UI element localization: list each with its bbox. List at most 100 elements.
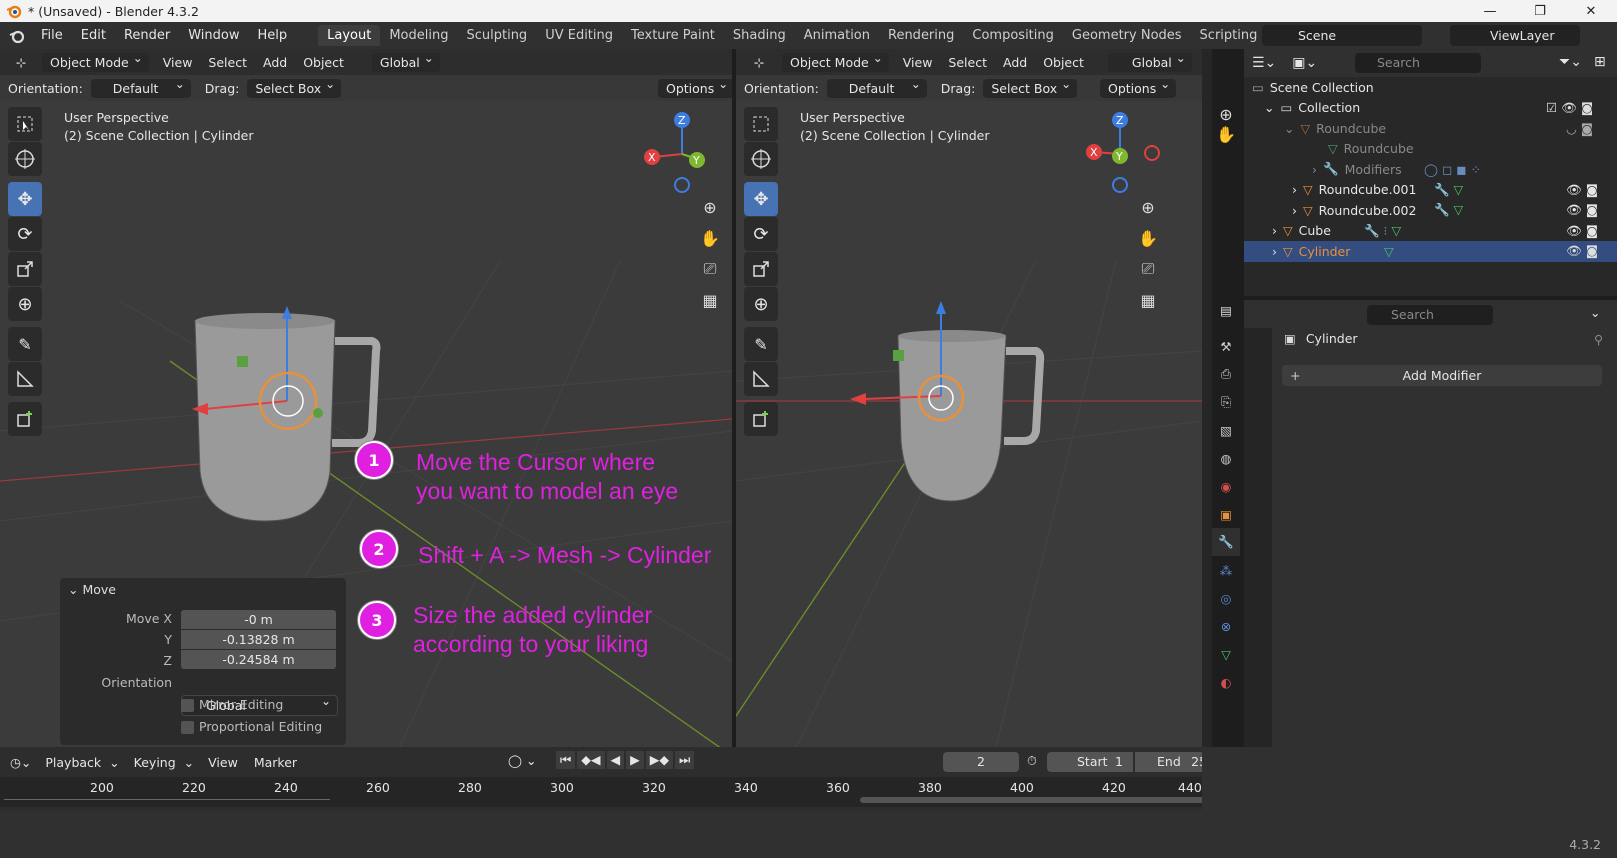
tab-texture-paint[interactable]: Texture Paint: [622, 25, 724, 46]
orientation-dropdown-right[interactable]: Default: [826, 77, 927, 98]
outliner-search-input[interactable]: Search: [1355, 53, 1481, 73]
menu-playback[interactable]: Playback: [37, 755, 109, 770]
timeline-ruler[interactable]: 200 220 240 260 280 300 320 340 360 380 …: [0, 777, 1230, 807]
scene-selector[interactable]: Scene: [1262, 25, 1422, 46]
menu-select-right[interactable]: Select: [940, 55, 995, 70]
transform-tool-right[interactable]: ⊕: [744, 287, 778, 321]
tab-uv-editing[interactable]: UV Editing: [536, 25, 622, 46]
menu-marker[interactable]: Marker: [246, 755, 305, 770]
filter-icon[interactable]: ⏷⌄: [1559, 54, 1582, 70]
perspective-grid-icon[interactable]: ▦: [696, 286, 724, 314]
stopwatch-icon[interactable]: ⏱: [1027, 753, 1037, 769]
outliner-row-roundcube-001[interactable]: › ▽ Roundcube.001 🔧 ▽ 👁 ◙: [1244, 180, 1617, 201]
rotate-tool-right[interactable]: ⟳: [744, 217, 778, 251]
view-layer-tab-icon[interactable]: ▧: [1212, 416, 1240, 444]
pin-icon[interactable]: ⚲: [1594, 332, 1603, 347]
area-divider[interactable]: [1202, 49, 1212, 747]
pan-hand-icon-right[interactable]: ✋: [1134, 224, 1162, 252]
expand-arrow-icon[interactable]: ›: [1272, 223, 1277, 238]
menu-help[interactable]: Help: [249, 28, 297, 43]
output-tab-icon[interactable]: ⎘: [1212, 388, 1240, 416]
eye-icon[interactable]: 👁 ◙: [1566, 223, 1598, 239]
checkbox-icon[interactable]: ☑ 👁 ◙: [1546, 100, 1593, 116]
menu-select[interactable]: Select: [200, 55, 255, 70]
select-box-tool-right[interactable]: [744, 107, 778, 141]
eye-icon[interactable]: 👁 ◙: [1566, 202, 1598, 218]
new-collection-icon[interactable]: ⊞: [1594, 54, 1606, 70]
menu-add[interactable]: Add: [255, 55, 295, 70]
outliner-row-roundcube-002[interactable]: › ▽ Roundcube.002 🔧 ▽ 👁 ◙: [1244, 200, 1617, 221]
move-z-field[interactable]: -0.24584 m: [181, 650, 336, 669]
menu-add-right[interactable]: Add: [995, 55, 1035, 70]
modifier-tab-icon[interactable]: 🔧: [1212, 528, 1240, 556]
viewport-right[interactable]: ⊹ Object Mode View Select Add Object Glo…: [736, 49, 1202, 747]
tab-geometry-nodes[interactable]: Geometry Nodes: [1063, 25, 1191, 46]
tool-tab-icon[interactable]: ⚒: [1212, 332, 1240, 360]
mug-object-right[interactable]: [897, 330, 1045, 502]
zoom-icon[interactable]: ⊕: [696, 193, 724, 221]
tab-animation[interactable]: Animation: [795, 25, 879, 46]
expand-arrow-icon[interactable]: ›: [1272, 244, 1277, 259]
menu-render[interactable]: Render: [115, 28, 179, 43]
tab-modeling[interactable]: Modeling: [380, 25, 457, 46]
pan-hand-icon[interactable]: ✋: [696, 224, 724, 252]
transform-tool[interactable]: ⊕: [8, 287, 42, 321]
world-tab-icon[interactable]: ◉: [1212, 472, 1240, 500]
move-tool[interactable]: ✥: [8, 182, 42, 216]
menu-file[interactable]: File: [32, 28, 72, 43]
maximize-button[interactable]: ❐: [1517, 0, 1563, 22]
outliner-row-roundcube[interactable]: ⌄ ▽ Roundcube ◡ ◙: [1244, 118, 1617, 139]
physics-tab-icon[interactable]: ◎: [1212, 584, 1240, 612]
camera-icon-right[interactable]: ⎚: [1134, 255, 1162, 283]
scale-tool-right[interactable]: [744, 252, 778, 286]
menu-window[interactable]: Window: [179, 28, 248, 43]
expand-arrow-icon[interactable]: ›: [1292, 182, 1297, 197]
pan-hand-icon-strip[interactable]: ✋: [1212, 120, 1240, 150]
menu-view[interactable]: View: [155, 55, 201, 70]
mug-object[interactable]: [194, 313, 381, 522]
scale-tool[interactable]: [8, 252, 42, 286]
tab-rendering[interactable]: Rendering: [879, 25, 963, 46]
editor-type-icon-right[interactable]: ⊹: [736, 55, 782, 70]
object-tab-icon[interactable]: ▣: [1212, 500, 1240, 528]
transform-orientation-selector[interactable]: Global: [371, 51, 440, 72]
eye-icon[interactable]: 👁 ◙: [1566, 243, 1598, 259]
expand-arrow-icon[interactable]: ›: [1312, 162, 1317, 177]
menu-edit[interactable]: Edit: [72, 28, 115, 43]
move-tool-right[interactable]: ✥: [744, 182, 778, 216]
render-tab-icon[interactable]: ⎙: [1212, 360, 1240, 388]
start-frame-field[interactable]: Start 1: [1047, 752, 1133, 772]
outliner-editor-type-icon[interactable]: ☰⌄: [1244, 55, 1284, 71]
play-reverse-icon[interactable]: ◀: [606, 751, 625, 769]
minimize-button[interactable]: —: [1467, 0, 1513, 22]
options-dropdown[interactable]: Options: [658, 77, 732, 98]
menu-object-right[interactable]: Object: [1035, 55, 1092, 70]
transform-orientation-selector-right[interactable]: Global: [1107, 51, 1192, 72]
menu-view-timeline[interactable]: View: [200, 755, 246, 770]
orientation-dropdown[interactable]: Default: [90, 77, 191, 98]
blender-menu-icon[interactable]: [8, 28, 26, 44]
menu-keying[interactable]: Keying: [126, 755, 184, 770]
expand-arrow-icon[interactable]: ›: [1292, 203, 1297, 218]
measure-tool-right[interactable]: [744, 362, 778, 396]
constraints-tab-icon[interactable]: ⊗: [1212, 612, 1240, 640]
close-button[interactable]: ✕: [1568, 0, 1614, 22]
material-tab-icon[interactable]: ◐: [1212, 668, 1240, 696]
outliner-row-cylinder[interactable]: › ▽ Cylinder ▽ 👁 ◙: [1244, 241, 1617, 262]
move-y-field[interactable]: -0.13828 m: [181, 630, 336, 649]
perspective-grid-icon-right[interactable]: ▦: [1134, 286, 1162, 314]
particles-tab-icon[interactable]: ⁂: [1212, 556, 1240, 584]
measure-tool[interactable]: [8, 362, 42, 396]
outliner-row-roundcube-mesh[interactable]: ▽ Roundcube: [1244, 139, 1617, 160]
rotate-tool[interactable]: ⟳: [8, 217, 42, 251]
tab-scripting[interactable]: Scripting: [1191, 25, 1267, 46]
menu-object[interactable]: Object: [295, 55, 352, 70]
jump-start-icon[interactable]: ⏮: [556, 751, 576, 769]
tab-compositing[interactable]: Compositing: [963, 25, 1063, 46]
proportional-editing-checkbox[interactable]: Proportional Editing: [181, 719, 322, 734]
timeline-editor-icon[interactable]: ◷⌄: [0, 755, 37, 770]
options-dropdown-right[interactable]: Options: [1100, 77, 1177, 98]
chevron-down-icon[interactable]: ⌄: [1590, 305, 1600, 320]
mode-selector[interactable]: Object Mode: [42, 51, 149, 72]
zoom-icon-right[interactable]: ⊕: [1134, 193, 1162, 221]
